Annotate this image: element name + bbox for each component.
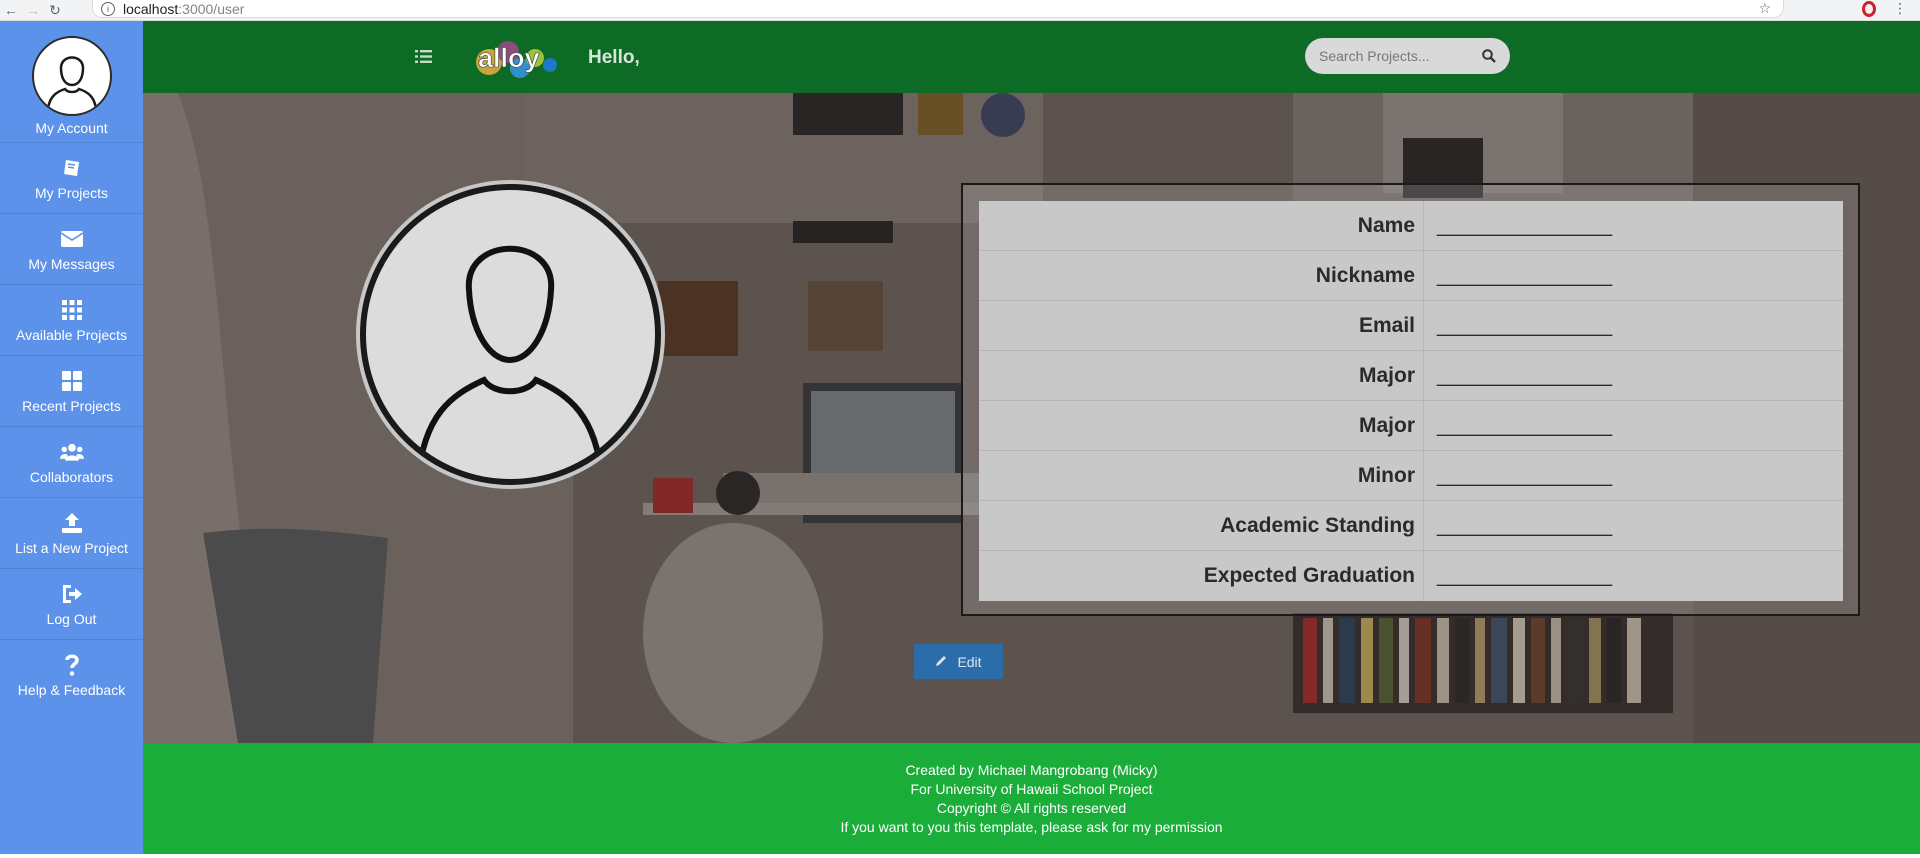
sidebar-item-help-feedback[interactable]: Help & Feedback bbox=[0, 640, 143, 711]
sidebar-item-label: Help & Feedback bbox=[17, 682, 126, 698]
footer-project: For University of Hawaii School Project bbox=[910, 780, 1153, 797]
field-value: _______________ bbox=[1423, 351, 1843, 400]
footer: Created by Michael Mangrobang (Micky) Fo… bbox=[143, 743, 1920, 854]
field-value: _______________ bbox=[1423, 451, 1843, 500]
sidebar-item-recent-projects[interactable]: Recent Projects bbox=[0, 356, 143, 427]
account-avatar bbox=[31, 36, 112, 116]
list-menu-icon[interactable] bbox=[415, 49, 432, 64]
sidebar-item-label: My Messages bbox=[28, 255, 115, 272]
sidebar-item-available-projects[interactable]: Available Projects bbox=[0, 285, 143, 356]
sidebar-item-label: Collaborators bbox=[29, 468, 114, 485]
user-silhouette-icon bbox=[46, 56, 97, 111]
sidebar-item-label: My Account bbox=[35, 120, 108, 136]
profile-row-academic-standing: Academic Standing _______________ bbox=[979, 501, 1843, 551]
field-label: Name bbox=[1357, 214, 1415, 237]
profile-info-table: Name _______________ Nickname __________… bbox=[979, 201, 1843, 601]
sidebar-item-label: My Projects bbox=[34, 184, 109, 201]
svg-text:alloy: alloy bbox=[478, 43, 540, 73]
sidebar-item-label: Recent Projects bbox=[22, 397, 121, 414]
field-value: _______________ bbox=[1423, 201, 1843, 250]
sidebar-item-label: Log Out bbox=[46, 610, 97, 627]
profile-row-expected-graduation: Expected Graduation _______________ bbox=[979, 551, 1843, 601]
sidebar-item-my-account[interactable]: My Account bbox=[0, 21, 143, 143]
sidebar-item-list-new-project[interactable]: List a New Project bbox=[0, 498, 143, 569]
url-path: :3000/user bbox=[178, 0, 245, 17]
field-label: Email bbox=[1358, 314, 1415, 337]
profile-avatar bbox=[360, 184, 661, 485]
search-bar bbox=[1305, 38, 1510, 74]
forward-arrow-icon[interactable]: → bbox=[22, 2, 44, 18]
browser-toolbar: ← → ↻ i localhost:3000/user ☆ ⋮ bbox=[0, 0, 1920, 21]
sidebar-item-my-messages[interactable]: My Messages bbox=[0, 214, 143, 285]
footer-permission: If you want to you this template, please… bbox=[840, 818, 1223, 835]
sidebar-item-label: Available Projects bbox=[15, 326, 128, 343]
upload-icon bbox=[60, 511, 84, 535]
alloy-logo[interactable]: alloy bbox=[475, 36, 557, 82]
search-input[interactable] bbox=[1319, 48, 1484, 64]
sign-out-icon bbox=[60, 582, 84, 606]
edit-button[interactable]: Edit bbox=[914, 644, 1003, 679]
reload-icon[interactable]: ↻ bbox=[44, 2, 66, 19]
field-label: Nickname bbox=[1315, 264, 1415, 287]
book-icon bbox=[60, 156, 84, 180]
users-icon bbox=[59, 440, 84, 464]
back-arrow-icon[interactable]: ← bbox=[0, 2, 22, 18]
profile-info-panel: Name _______________ Nickname __________… bbox=[961, 183, 1860, 616]
sidebar: My Account My Projects My Messages Avail… bbox=[0, 21, 143, 854]
user-silhouette-icon bbox=[415, 245, 605, 479]
search-icon[interactable] bbox=[1482, 49, 1496, 63]
profile-row-minor: Minor _______________ bbox=[979, 451, 1843, 501]
site-info-icon[interactable]: i bbox=[101, 1, 115, 16]
envelope-icon bbox=[60, 227, 84, 251]
top-navbar: alloy Hello, bbox=[143, 21, 1920, 93]
profile-row-email: Email _______________ bbox=[979, 301, 1843, 351]
question-icon bbox=[60, 653, 84, 677]
profile-row-major: Major _______________ bbox=[979, 351, 1843, 401]
browser-menu-icon[interactable]: ⋮ bbox=[1893, 0, 1907, 17]
profile-row-nickname: Nickname _______________ bbox=[979, 251, 1843, 301]
pencil-icon bbox=[935, 654, 948, 670]
field-label: Academic Standing bbox=[1220, 514, 1415, 537]
field-label: Major bbox=[1358, 364, 1415, 387]
field-value: _______________ bbox=[1423, 401, 1843, 450]
profile-row-major-2: Major _______________ bbox=[979, 401, 1843, 451]
profile-row-name: Name _______________ bbox=[979, 201, 1843, 251]
field-label: Minor bbox=[1357, 464, 1415, 487]
address-bar[interactable]: i localhost:3000/user ☆ bbox=[92, 0, 1784, 18]
field-label: Major bbox=[1358, 414, 1415, 437]
edit-button-label: Edit bbox=[957, 653, 982, 670]
footer-copyright: Copyright © All rights reserved bbox=[936, 799, 1127, 816]
bookmark-star-icon[interactable]: ☆ bbox=[1758, 0, 1771, 17]
profile-section: Name _______________ Nickname __________… bbox=[143, 93, 1920, 743]
sidebar-item-label: List a New Project bbox=[15, 539, 128, 556]
url-host: localhost bbox=[123, 0, 179, 17]
sidebar-item-collaborators[interactable]: Collaborators bbox=[0, 427, 143, 498]
field-value: _______________ bbox=[1423, 501, 1843, 550]
grid-icon bbox=[60, 298, 84, 322]
field-label: Expected Graduation bbox=[1203, 564, 1415, 587]
opera-extension-icon[interactable] bbox=[1862, 1, 1876, 17]
field-value: _______________ bbox=[1423, 251, 1843, 300]
sidebar-item-log-out[interactable]: Log Out bbox=[0, 569, 143, 640]
greeting-text: Hello, bbox=[588, 47, 640, 68]
field-value: _______________ bbox=[1423, 551, 1843, 601]
field-value: _______________ bbox=[1423, 301, 1843, 350]
footer-credit: Created by Michael Mangrobang (Micky) bbox=[905, 761, 1158, 778]
large-grid-icon bbox=[60, 369, 84, 393]
sidebar-item-my-projects[interactable]: My Projects bbox=[0, 143, 143, 214]
